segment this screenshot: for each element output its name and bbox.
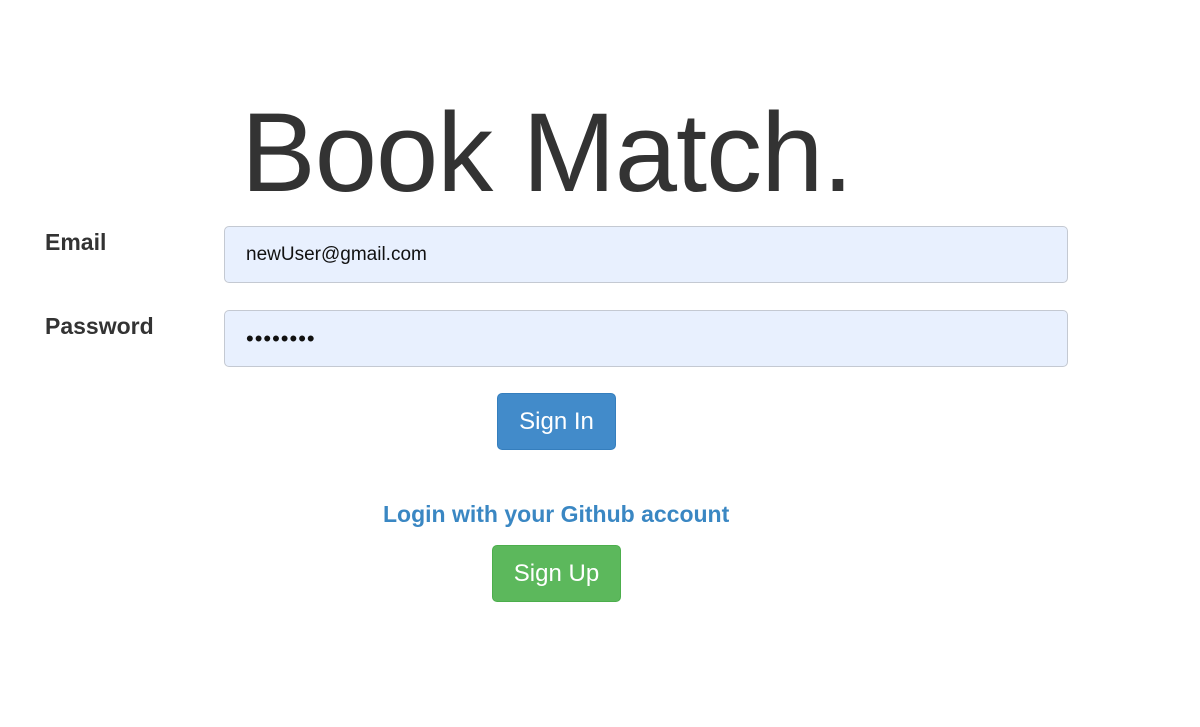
app-title: Book Match. — [241, 90, 854, 215]
password-input[interactable] — [224, 310, 1068, 367]
email-input[interactable] — [224, 226, 1068, 283]
email-label: Email — [45, 229, 107, 255]
password-label: Password — [45, 313, 154, 339]
sign-up-button[interactable]: Sign Up — [492, 545, 621, 602]
github-login-link[interactable]: Login with your Github account — [383, 501, 730, 528]
sign-in-button[interactable]: Sign In — [497, 393, 616, 450]
